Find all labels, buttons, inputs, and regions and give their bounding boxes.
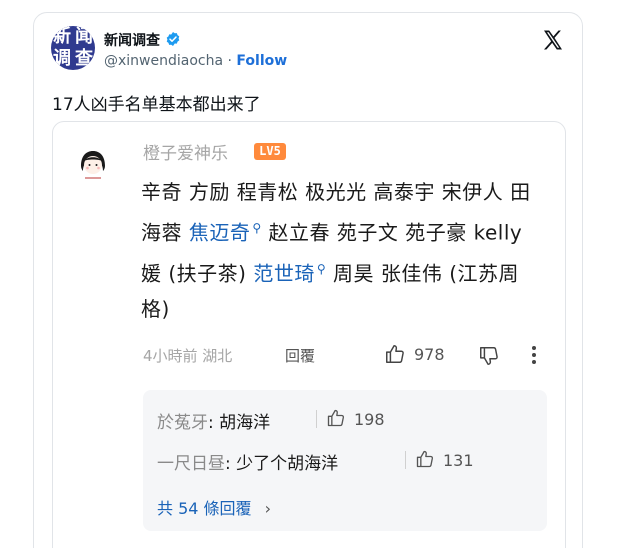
- like-count: 978: [414, 345, 445, 364]
- reply-colon: :: [225, 454, 237, 474]
- thumbs-up-icon[interactable]: [384, 343, 406, 365]
- commenter-name[interactable]: 橙子爱神乐: [143, 139, 228, 164]
- comment-time-location: 4小時前 湖北: [143, 347, 233, 365]
- separator-dot: ·: [227, 53, 232, 69]
- level-badge: LV5: [254, 143, 286, 160]
- reply-item[interactable]: 於菟牙: 胡海洋: [157, 408, 270, 433]
- avatar-char: 查: [75, 48, 93, 69]
- tweet-text: 17人凶手名单基本都出来了: [52, 95, 261, 115]
- search-icon: ⚲: [316, 261, 327, 276]
- name-search-link[interactable]: 范世琦: [253, 261, 315, 285]
- commenter-avatar-icon[interactable]: [73, 144, 113, 184]
- author-name[interactable]: 新闻调查: [104, 30, 160, 50]
- follow-button[interactable]: Follow: [236, 53, 287, 69]
- divider: [316, 410, 317, 428]
- reply-text: 胡海洋: [219, 413, 271, 433]
- author-handle-line: @xinwendiaocha · Follow: [104, 53, 287, 69]
- view-all-replies-link[interactable]: 共 54 條回覆 ›: [157, 495, 271, 519]
- total-replies-label: 共 54 條回覆: [157, 499, 252, 518]
- verified-badge-icon: [166, 32, 180, 46]
- reply-text: 少了个胡海洋: [236, 454, 339, 474]
- reply-user[interactable]: 於菟牙: [157, 413, 208, 433]
- x-logo-icon[interactable]: [541, 28, 565, 52]
- reply-colon: :: [208, 413, 220, 433]
- reply-like-count: 198: [354, 410, 385, 429]
- comment-body: 辛奇 方励 程青松 极光光 高泰宇 宋伊人 田海蓉 焦迈奇 ⚲ 赵立春 苑子文 苑…: [141, 174, 541, 327]
- author-handle[interactable]: @xinwendiaocha: [104, 53, 223, 69]
- avatar-char: 新: [53, 26, 71, 47]
- reply-item[interactable]: 一尺日昼: 少了个胡海洋: [157, 449, 338, 474]
- thumbs-down-icon[interactable]: [478, 345, 500, 367]
- reply-like-count: 131: [443, 451, 474, 470]
- thumbs-up-icon[interactable]: [415, 449, 435, 469]
- author-avatar[interactable]: 新 闻 调 查: [51, 26, 95, 70]
- thumbs-up-icon[interactable]: [326, 408, 346, 428]
- divider: [405, 451, 406, 469]
- search-icon: ⚲: [252, 221, 262, 235]
- avatar-char: 闻: [75, 26, 93, 47]
- reply-user[interactable]: 一尺日昼: [157, 454, 225, 474]
- name-search-link[interactable]: 焦迈奇: [189, 221, 251, 245]
- reply-button[interactable]: 回覆: [285, 345, 315, 366]
- avatar-char: 调: [53, 48, 71, 69]
- more-options-icon[interactable]: [531, 345, 537, 365]
- chevron-right-icon: ›: [264, 499, 272, 518]
